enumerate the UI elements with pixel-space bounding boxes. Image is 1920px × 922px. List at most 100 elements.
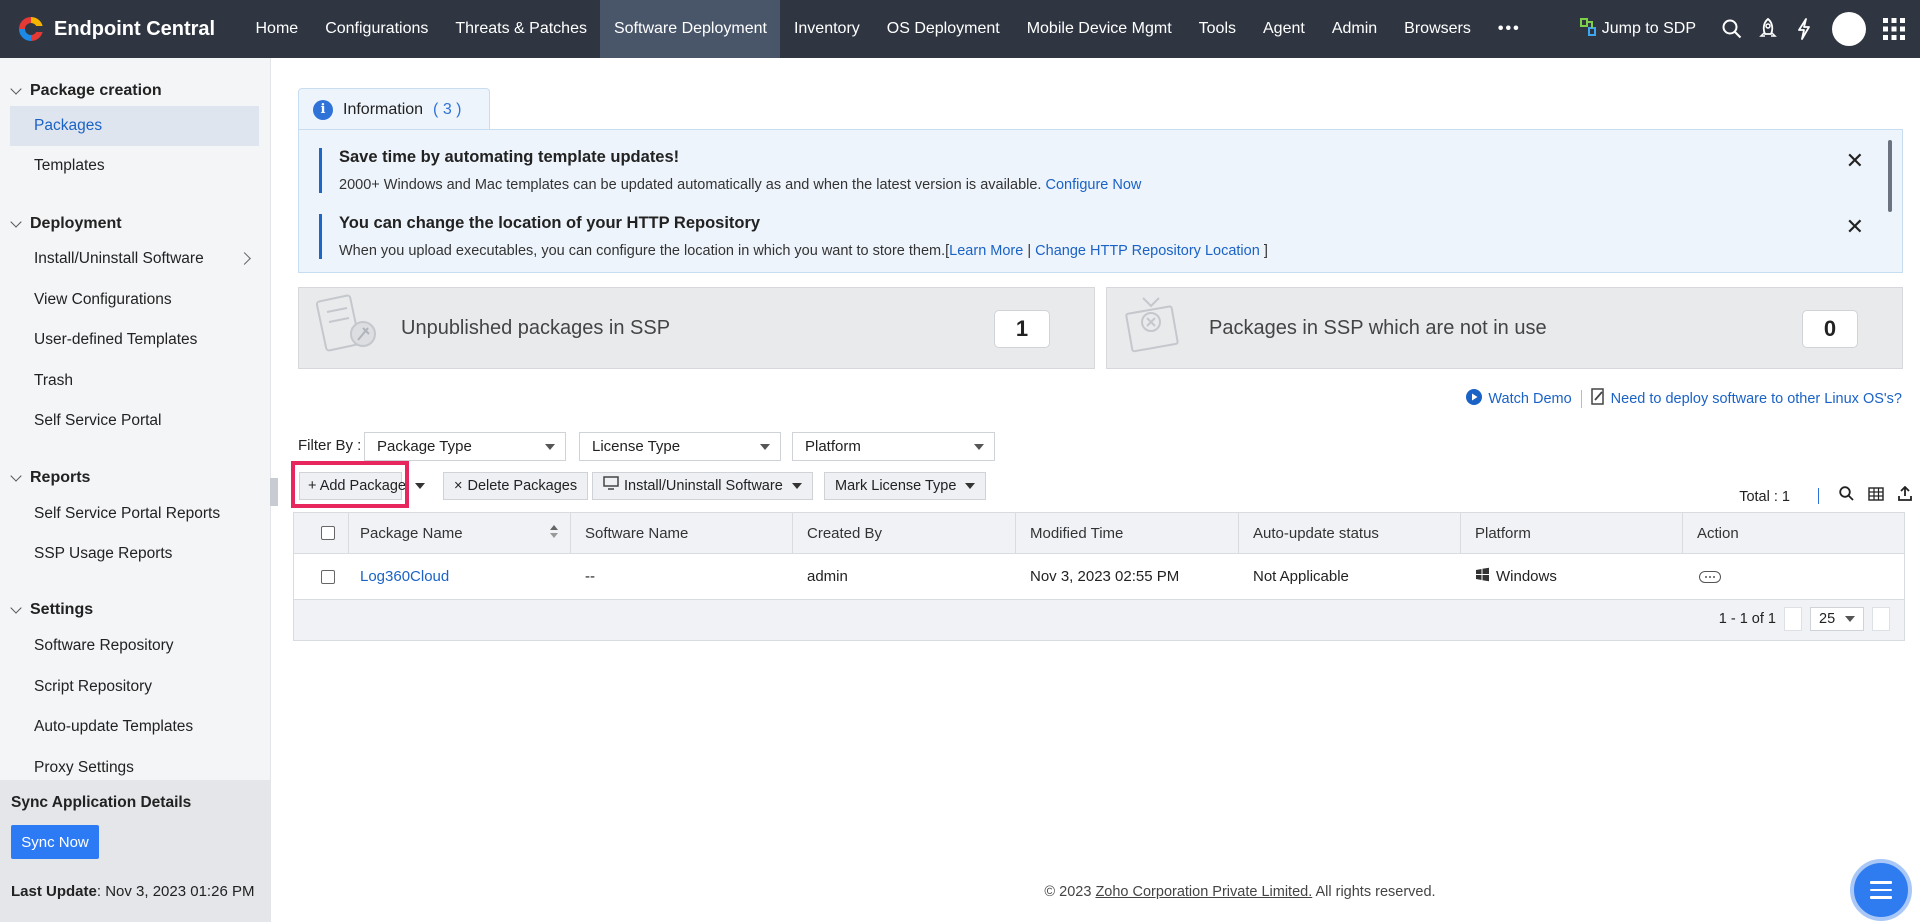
change-http-repository-link[interactable]: Change HTTP Repository Location	[1035, 243, 1260, 259]
column-header-action: Action	[1697, 524, 1739, 542]
windows-icon	[1475, 567, 1490, 586]
main-nav: Home Configurations Threats & Patches So…	[242, 0, 1534, 58]
nav-home[interactable]: Home	[242, 0, 312, 58]
lightning-icon[interactable]	[1786, 0, 1822, 58]
column-header-package-name[interactable]: Package Name	[349, 513, 571, 553]
sidebar-group-deployment[interactable]: Deployment	[10, 215, 122, 233]
configure-now-link[interactable]: Configure Now	[1046, 177, 1142, 193]
sort-icon[interactable]	[550, 525, 558, 538]
nav-mobile-device-mgmt[interactable]: Mobile Device Mgmt	[1013, 0, 1185, 58]
nav-software-deployment[interactable]: Software Deployment	[600, 0, 781, 58]
delete-packages-button[interactable]: × Delete Packages	[443, 472, 589, 500]
link-divider: |	[1027, 243, 1032, 259]
notice-text: When you upload executables, you can con…	[339, 243, 1799, 259]
close-icon[interactable]: ✕	[1846, 148, 1864, 174]
nav-tools[interactable]: Tools	[1185, 0, 1249, 58]
sidebar-item-software-repository[interactable]: Software Repository	[10, 626, 259, 666]
stat-label: Unpublished packages in SSP	[401, 317, 671, 339]
page-size-value: 25	[1819, 611, 1836, 627]
export-icon[interactable]	[1898, 485, 1912, 505]
notice-suffix: ]	[1263, 243, 1268, 259]
select-value: Platform	[805, 438, 861, 455]
sidebar-item-packages[interactable]: Packages	[10, 106, 259, 146]
sidebar-group-package-creation[interactable]: Package creation	[10, 82, 162, 100]
nav-browsers[interactable]: Browsers	[1391, 0, 1485, 58]
nav-more-button[interactable]: •••	[1484, 0, 1534, 58]
sync-now-button[interactable]: Sync Now	[11, 825, 99, 859]
sidebar-group-settings[interactable]: Settings	[10, 601, 93, 619]
chevron-down-icon	[10, 602, 22, 614]
nav-agent[interactable]: Agent	[1250, 0, 1319, 58]
license-type-select[interactable]: License Type	[579, 432, 781, 461]
information-tab[interactable]: i Information ( 3 )	[298, 88, 490, 130]
company-link[interactable]: Zoho Corporation Private Limited.	[1095, 884, 1312, 900]
caret-down-icon	[1845, 616, 1855, 622]
rocket-icon[interactable]	[1750, 0, 1786, 58]
auto-update-cell: Not Applicable	[1253, 568, 1349, 585]
caret-down-icon	[965, 483, 976, 489]
column-header-software-name[interactable]: Software Name	[571, 513, 793, 553]
unpublished-packages-card[interactable]: Unpublished packages in SSP 1	[298, 287, 1095, 369]
sidebar-item-ssp-usage-reports[interactable]: SSP Usage Reports	[10, 534, 259, 574]
sidebar-item-install-uninstall-software[interactable]: Install/Uninstall Software	[10, 239, 259, 279]
learn-more-link[interactable]: Learn More	[949, 243, 1023, 259]
chevron-down-icon	[10, 216, 22, 228]
caret-down-icon	[760, 444, 770, 450]
nav-threats-patches[interactable]: Threats & Patches	[442, 0, 601, 58]
nav-configurations[interactable]: Configurations	[312, 0, 442, 58]
row-checkbox[interactable]	[321, 569, 335, 584]
install-uninstall-button[interactable]: Install/Uninstall Software	[592, 472, 813, 500]
notice-http-repository: You can change the location of your HTTP…	[319, 214, 1799, 259]
notice-body: 2000+ Windows and Mac templates can be u…	[339, 177, 1042, 193]
jump-to-sdp-link[interactable]: Jump to SDP	[1579, 17, 1696, 41]
stat-value: 1	[994, 310, 1050, 348]
prev-page-button[interactable]	[1784, 607, 1802, 631]
column-header-platform[interactable]: Platform	[1461, 513, 1683, 553]
search-icon[interactable]	[1839, 486, 1854, 505]
helper-links: Watch Demo Need to deploy software to ot…	[1466, 388, 1902, 409]
sidebar-group-reports[interactable]: Reports	[10, 469, 90, 487]
column-header-created-by[interactable]: Created By	[793, 513, 1016, 553]
table-tools	[1818, 485, 1912, 505]
watch-demo-link[interactable]: Watch Demo	[1488, 391, 1571, 407]
sync-title: Sync Application Details	[11, 794, 192, 811]
sidebar-item-script-repository[interactable]: Script Repository	[10, 667, 259, 707]
packages-not-in-use-card[interactable]: Packages in SSP which are not in use 0	[1106, 287, 1903, 369]
brand[interactable]: Endpoint Central	[18, 14, 215, 44]
close-icon[interactable]: ✕	[1846, 214, 1864, 240]
page-range: 1 - 1 of 1	[1718, 611, 1776, 627]
nav-admin[interactable]: Admin	[1318, 0, 1390, 58]
page-size-select[interactable]: 25	[1810, 607, 1864, 631]
column-chooser-icon[interactable]	[1868, 486, 1884, 505]
platform-select[interactable]: Platform	[792, 432, 995, 461]
mark-license-type-button[interactable]: Mark License Type	[824, 472, 987, 500]
sidebar-item-user-defined-templates[interactable]: User-defined Templates	[10, 320, 259, 360]
sidebar-item-auto-update-templates[interactable]: Auto-update Templates	[10, 707, 259, 747]
select-all-checkbox[interactable]	[321, 526, 335, 540]
search-icon[interactable]	[1714, 0, 1750, 58]
package-name-link[interactable]: Log360Cloud	[349, 554, 571, 599]
sidebar-item-view-configurations[interactable]: View Configurations	[10, 280, 259, 320]
nav-os-deployment[interactable]: OS Deployment	[873, 0, 1013, 58]
user-avatar[interactable]	[1832, 12, 1866, 46]
sidebar-item-ssp-reports[interactable]: Self Service Portal Reports	[10, 494, 259, 534]
nav-inventory[interactable]: Inventory	[780, 0, 873, 58]
info-icon: i	[313, 99, 333, 120]
next-page-button[interactable]	[1872, 607, 1890, 631]
sidebar-item-trash[interactable]: Trash	[10, 361, 259, 401]
sidebar-item-label: Install/Uninstall Software	[34, 250, 204, 267]
menu-fab-button[interactable]	[1850, 859, 1912, 921]
app-grid-icon[interactable]	[1876, 0, 1912, 58]
pagination: 1 - 1 of 1 25	[1719, 607, 1890, 631]
panel-scrollbar[interactable]	[1888, 140, 1892, 212]
stat-label: Packages in SSP which are not in use	[1209, 317, 1547, 339]
sidebar-collapse-handle[interactable]	[270, 478, 278, 506]
package-type-select[interactable]: Package Type	[364, 432, 566, 461]
information-tab-label: Information	[343, 100, 424, 118]
column-header-auto-update-status[interactable]: Auto-update status	[1239, 513, 1461, 553]
sidebar-item-self-service-portal[interactable]: Self Service Portal	[10, 401, 259, 441]
column-header-modified-time[interactable]: Modified Time	[1016, 513, 1239, 553]
linux-deploy-link[interactable]: Need to deploy software to other Linux O…	[1611, 391, 1902, 407]
sidebar-item-templates[interactable]: Templates	[10, 146, 259, 186]
more-actions-icon[interactable]	[1699, 570, 1721, 583]
